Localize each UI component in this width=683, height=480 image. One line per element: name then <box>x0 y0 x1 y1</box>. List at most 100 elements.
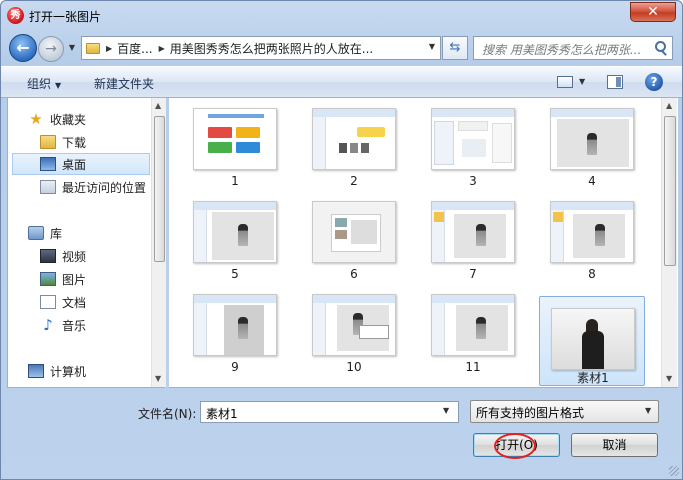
preview-pane-icon[interactable] <box>607 75 623 89</box>
file-name: 4 <box>588 174 596 188</box>
file-thumbnail <box>551 308 635 370</box>
nav-pane-scrollbar[interactable]: ▲ ▼ <box>151 98 166 387</box>
title-bar: 秀 打开一张图片 ✕ <box>1 1 682 31</box>
address-history-dropdown[interactable]: ▼ <box>426 42 438 51</box>
meitu-app-icon: 秀 <box>7 7 24 24</box>
breadcrumb-item[interactable]: 用美图秀秀怎么把两张照片的人放在... <box>170 40 373 57</box>
file-name: 8 <box>588 267 596 281</box>
view-options-dropdown[interactable]: ▼ <box>579 77 585 86</box>
chevron-down-icon: ▼ <box>443 406 450 415</box>
file-list-scrollbar[interactable]: ▲ ▼ <box>661 98 677 387</box>
file-name: 9 <box>231 360 239 374</box>
chevron-down-icon: ▼ <box>428 42 436 51</box>
file-tile[interactable]: 11 <box>423 288 523 382</box>
new-folder-label: 新建文件夹 <box>94 77 155 91</box>
nav-item-label: 下载 <box>62 135 87 150</box>
library-icon <box>28 226 44 240</box>
file-thumbnail <box>193 201 277 263</box>
chevron-down-icon: ▼ <box>68 43 76 52</box>
file-tile[interactable]: 2 <box>304 102 404 196</box>
file-name: 11 <box>465 360 481 374</box>
change-view-icon[interactable] <box>557 76 573 88</box>
file-thumbnail <box>431 201 515 263</box>
file-tile[interactable]: 8 <box>542 195 642 289</box>
nav-item-label: 收藏夹 <box>50 112 87 127</box>
computer-icon <box>28 364 44 378</box>
file-tile[interactable]: 5 <box>185 195 285 289</box>
file-type-select[interactable]: 所有支持的图片格式 <box>470 400 659 423</box>
open-image-dialog: 秀 打开一张图片 ✕ ← → ▼ ▶ 百度... ▶ 用美图秀秀怎么把两张照片的… <box>0 0 683 480</box>
nav-item-documents[interactable]: 文档 <box>40 291 150 313</box>
back-button[interactable]: ← <box>9 34 37 62</box>
close-button[interactable]: ✕ <box>630 2 676 22</box>
annotation-highlight-circle <box>494 433 536 459</box>
cancel-button[interactable]: 取消 <box>571 433 658 457</box>
file-tile[interactable]: 3 <box>423 102 523 196</box>
file-tile-selected[interactable]: 素材1 <box>539 296 645 386</box>
file-tile[interactable]: 4 <box>542 102 642 196</box>
nav-item-videos[interactable]: 视频 <box>40 245 150 267</box>
window-title: 打开一张图片 <box>29 10 102 24</box>
file-thumbnail <box>193 108 277 170</box>
organize-button[interactable]: 组织 ▼ <box>27 75 61 92</box>
recent-places-icon <box>40 180 56 194</box>
help-icon[interactable]: ? <box>645 73 663 91</box>
file-thumbnail <box>431 294 515 356</box>
recent-pages-dropdown[interactable]: ▼ <box>66 41 78 55</box>
scroll-up-icon[interactable]: ▲ <box>155 101 161 110</box>
pictures-icon <box>40 272 56 286</box>
refresh-button[interactable]: ⇆ <box>442 36 468 60</box>
file-thumbnail <box>193 294 277 356</box>
scrollbar-thumb[interactable] <box>664 116 676 266</box>
nav-item-favorites[interactable]: ★ 收藏夹 <box>28 108 170 130</box>
scroll-down-icon[interactable]: ▼ <box>155 374 161 383</box>
file-tile[interactable]: 1 <box>185 102 285 196</box>
file-name: 6 <box>350 267 358 281</box>
nav-item-libraries[interactable]: 库 <box>28 222 170 244</box>
downloads-folder-icon <box>40 135 56 149</box>
file-type-dropdown[interactable]: ▼ <box>645 406 651 415</box>
resize-grip[interactable] <box>669 466 679 476</box>
scroll-down-icon[interactable]: ▼ <box>666 374 672 383</box>
file-name: 3 <box>469 174 477 188</box>
music-icon: ♪ <box>43 316 53 334</box>
file-tile[interactable]: 6 <box>304 195 404 289</box>
scrollbar-thumb[interactable] <box>154 116 165 262</box>
file-thumbnail <box>431 108 515 170</box>
breadcrumb-arrow-icon[interactable]: ▶ <box>159 44 165 53</box>
folder-icon <box>86 42 100 54</box>
filename-history-dropdown[interactable]: ▼ <box>443 406 449 415</box>
chevron-down-icon: ▼ <box>55 81 62 90</box>
address-bar[interactable]: ▶ 百度... ▶ 用美图秀秀怎么把两张照片的人放在... ▼ <box>81 36 441 60</box>
nav-item-label: 图片 <box>62 272 87 287</box>
file-name: 1 <box>231 174 239 188</box>
nav-item-music[interactable]: ♪ 音乐 <box>40 314 150 336</box>
filename-input[interactable]: 素材1 <box>200 401 459 423</box>
nav-item-label: 音乐 <box>62 318 87 333</box>
new-folder-button[interactable]: 新建文件夹 <box>94 75 154 92</box>
breadcrumb-item[interactable]: 百度... <box>117 40 152 57</box>
file-name: 5 <box>231 267 239 281</box>
nav-item-label: 计算机 <box>50 364 87 379</box>
scroll-up-icon[interactable]: ▲ <box>666 101 672 110</box>
nav-item-desktop[interactable]: 桌面 <box>12 153 150 175</box>
file-name: 7 <box>469 267 477 281</box>
breadcrumb-arrow-icon[interactable]: ▶ <box>106 44 112 53</box>
arrow-right-icon: → <box>45 41 57 57</box>
nav-item-computer[interactable]: 计算机 <box>28 360 170 382</box>
file-tile[interactable]: 9 <box>185 288 285 382</box>
nav-item-label: 文档 <box>62 295 87 310</box>
nav-item-pictures[interactable]: 图片 <box>40 268 150 290</box>
search-icon[interactable] <box>653 40 667 54</box>
file-thumbnail <box>312 108 396 170</box>
nav-item-label: 库 <box>50 226 63 241</box>
nav-item-downloads[interactable]: 下载 <box>40 131 150 153</box>
file-tile[interactable]: 10 <box>304 288 404 382</box>
chevron-down-icon: ▼ <box>645 406 652 415</box>
documents-icon <box>40 295 56 309</box>
forward-button[interactable]: → <box>38 36 64 62</box>
file-thumbnail <box>312 201 396 263</box>
arrow-left-icon: ← <box>16 38 30 57</box>
search-input[interactable]: 搜索 用美图秀秀怎么把两张... <box>473 36 673 60</box>
file-tile[interactable]: 7 <box>423 195 523 289</box>
